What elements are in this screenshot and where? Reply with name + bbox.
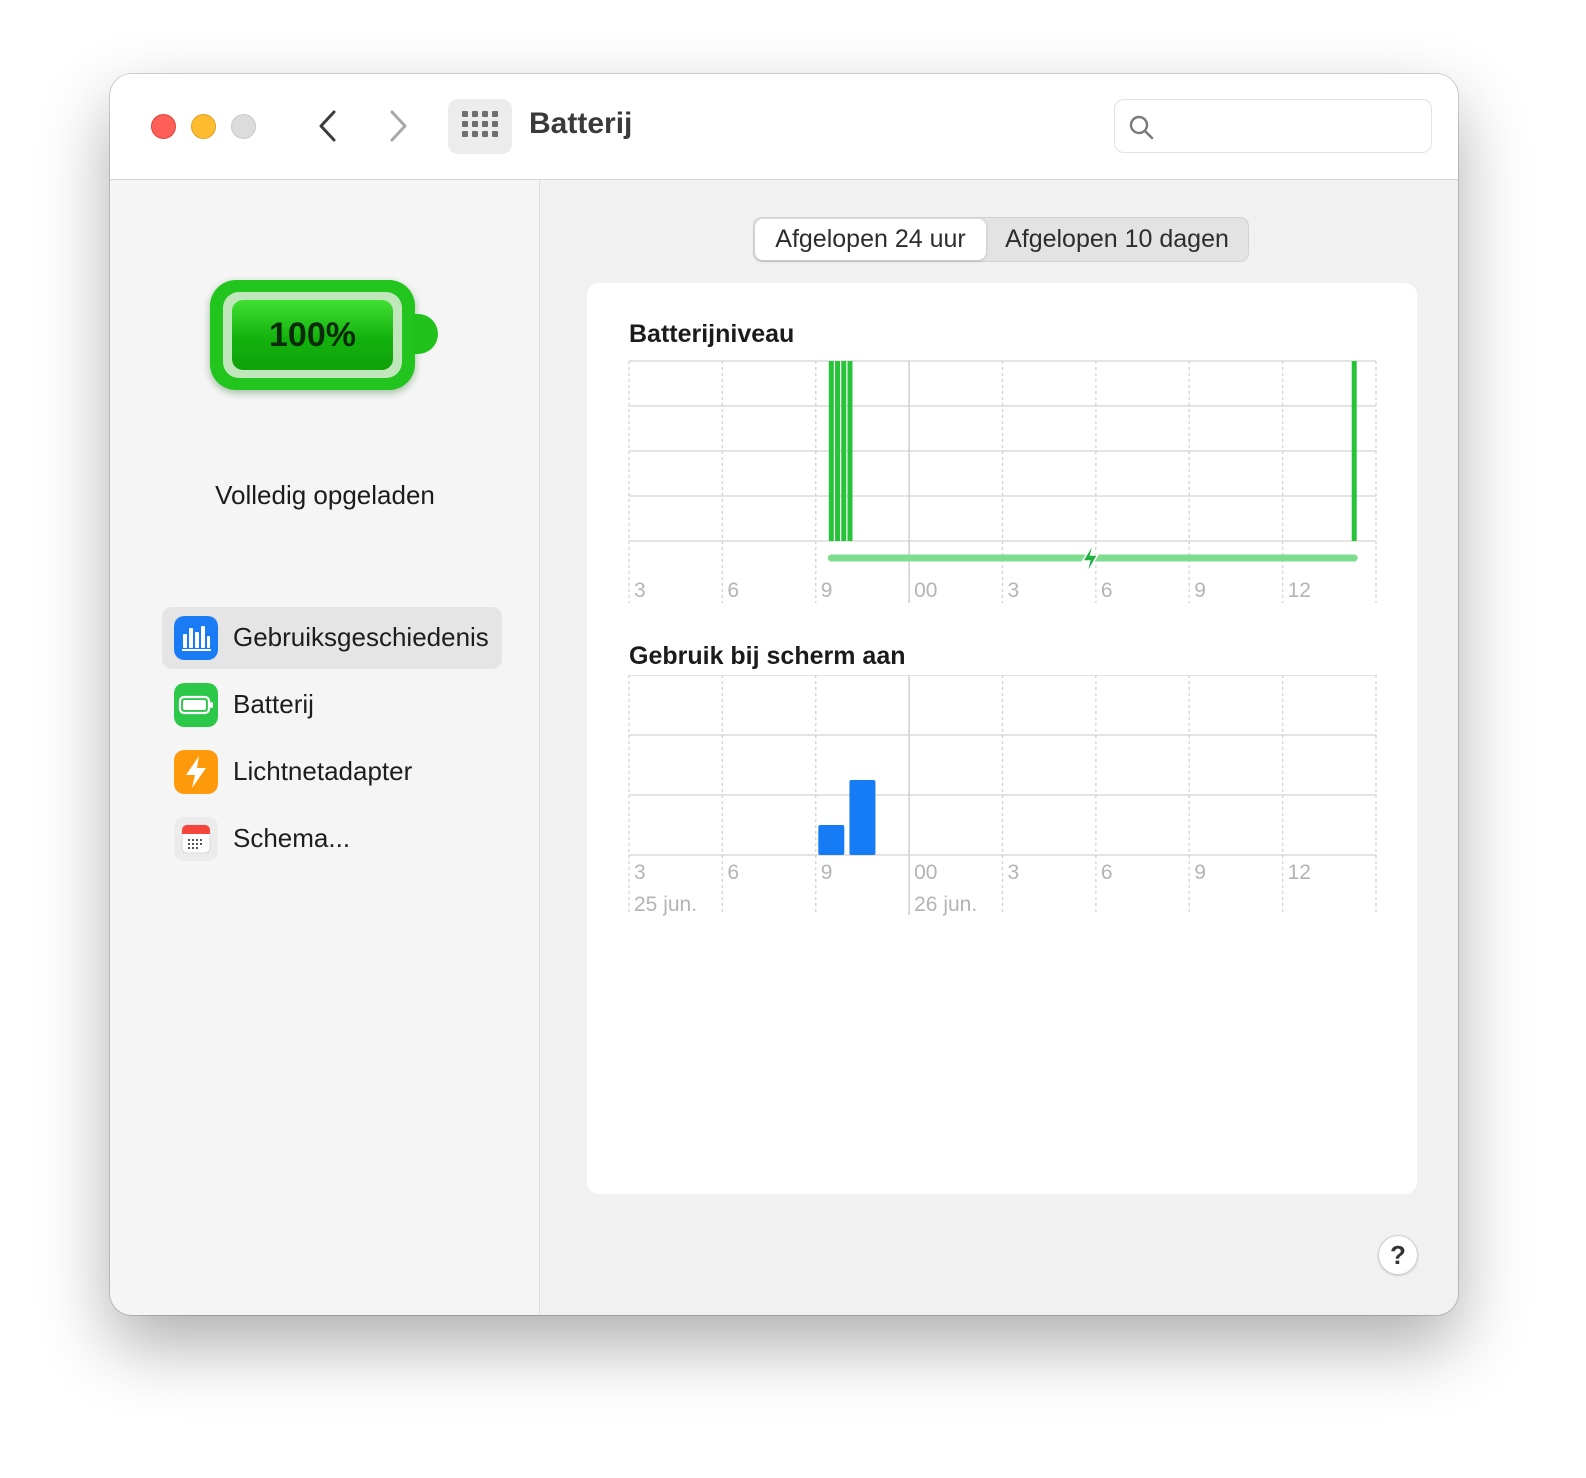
battery-level-bar (1351, 361, 1357, 541)
x-tick-label: 9 (821, 861, 833, 884)
x-tick-label: 3 (634, 579, 646, 602)
x-tick-label: 9 (1194, 861, 1206, 884)
x-tick-label: 9 (1194, 579, 1206, 602)
sidebar-item-label: Batterij (233, 689, 314, 719)
usage-bar (818, 825, 845, 855)
forward-chevron-icon[interactable] (378, 106, 418, 146)
battery-level-bar (828, 361, 834, 541)
help-button[interactable]: ? (1378, 1235, 1418, 1275)
screen-usage-chart: 3 6 9 00 3 6 9 12 25 jun. 26 jun. (628, 675, 1377, 916)
zoom-window-button[interactable] (231, 114, 256, 139)
sidebar-item-lichtnetadapter[interactable]: Lichtnetadapter (162, 741, 502, 803)
date-label: 25 jun. (634, 893, 697, 916)
usage-bar (849, 780, 876, 855)
search-input[interactable] (1163, 108, 1423, 146)
sidebar-item-gebruiksgeschiedenis[interactable]: Gebruiksgeschiedenis (162, 607, 502, 669)
x-tick-label: 00 (914, 579, 937, 602)
search-icon (1129, 115, 1154, 140)
sidebar-item-schema[interactable]: Schema... (162, 808, 502, 870)
battery-status-graphic: 100% (210, 280, 442, 398)
time-range-segmented-control: Afgelopen 24 uur Afgelopen 10 dagen (753, 217, 1249, 262)
sidebar: 100% Volledig opgeladen Gebruiksgeschied… (110, 180, 540, 1315)
x-tick-label: 6 (1101, 861, 1113, 884)
battery-icon (174, 683, 218, 727)
calendar-icon (174, 817, 218, 861)
x-tick-label: 3 (1008, 579, 1020, 602)
x-tick-label: 6 (1101, 579, 1113, 602)
tab-last-24-hours[interactable]: Afgelopen 24 uur (755, 219, 986, 260)
sidebar-item-label: Gebruiksgeschiedenis (233, 622, 489, 652)
x-tick-label: 12 (1288, 861, 1311, 884)
x-tick-label: 3 (634, 861, 646, 884)
tab-last-10-days[interactable]: Afgelopen 10 dagen (988, 219, 1246, 260)
battery-level-bar (835, 361, 841, 541)
battery-level-bar (841, 361, 847, 541)
bolt-icon (174, 750, 218, 794)
x-tick-label: 12 (1288, 579, 1311, 602)
grid-icon (462, 111, 498, 141)
battery-percentage: 100% (269, 316, 356, 354)
title-bar: Batterij (110, 74, 1458, 180)
minimize-window-button[interactable] (191, 114, 216, 139)
show-all-button[interactable] (448, 99, 512, 154)
sidebar-item-batterij[interactable]: Batterij (162, 674, 502, 736)
search-field[interactable] (1114, 99, 1432, 153)
back-chevron-icon[interactable] (308, 106, 348, 146)
date-label: 26 jun. (914, 893, 977, 916)
close-window-button[interactable] (151, 114, 176, 139)
window-title: Batterij (529, 107, 633, 140)
battery-status-text: Volledig opgeladen (215, 480, 435, 510)
usage-history-panel: Batterijniveau 3 6 9 00 3 6 9 12 Gebruik bij sc… (587, 283, 1417, 1194)
battery-level-bar (847, 361, 853, 541)
x-tick-label: 9 (821, 579, 833, 602)
x-tick-label: 6 (727, 579, 739, 602)
screen-usage-chart-title: Gebruik bij scherm aan (629, 642, 906, 670)
bar-chart-icon (174, 616, 218, 660)
sidebar-item-label: Schema... (233, 823, 351, 853)
x-tick-label: 6 (727, 861, 739, 884)
sidebar-item-label: Lichtnetadapter (233, 756, 413, 786)
main-content: Afgelopen 24 uur Afgelopen 10 dagen Batt… (541, 180, 1458, 1315)
settings-window: Batterij 100% Volledig opgeladen Gebruik… (110, 74, 1458, 1315)
battery-level-chart-title: Batterijniveau (629, 320, 795, 348)
x-tick-label: 00 (914, 861, 937, 884)
battery-level-chart: 3 6 9 00 3 6 9 12 (628, 360, 1377, 603)
x-tick-label: 3 (1008, 861, 1020, 884)
